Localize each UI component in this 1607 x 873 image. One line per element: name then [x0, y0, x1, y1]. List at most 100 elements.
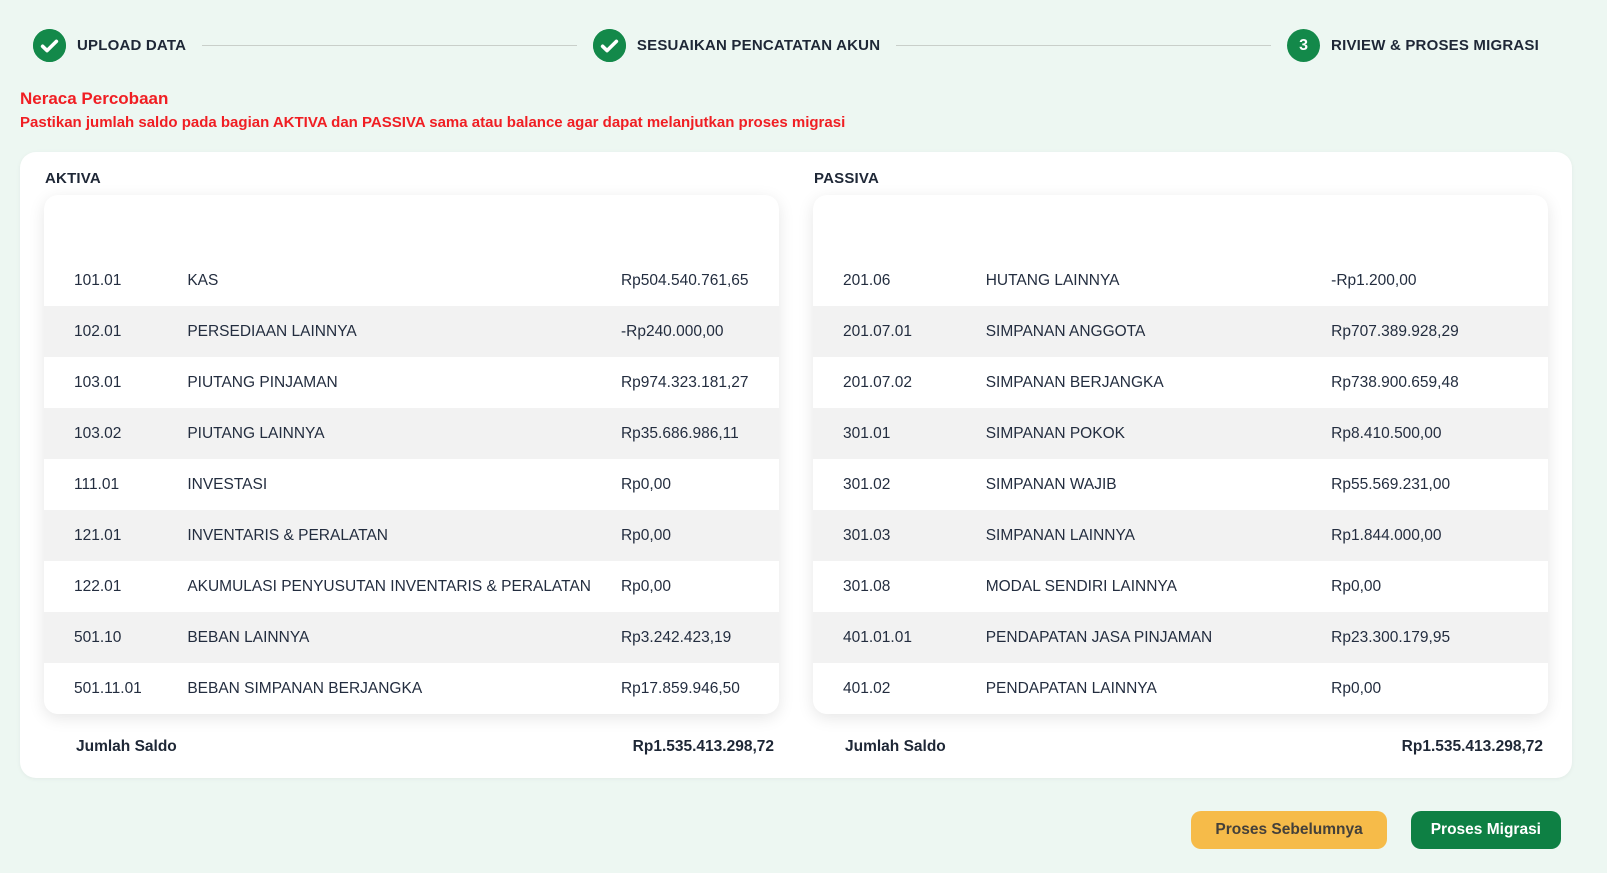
account-code: 111.01	[44, 459, 187, 510]
account-amount: Rp8.410.500,00	[1331, 408, 1548, 459]
aktiva-section: AKTIVA 101.01 KAS Rp504.540.761,65	[44, 170, 779, 766]
account-name: PERSEDIAAN LAINNYA	[187, 306, 621, 357]
table-row: 501.10 BEBAN LAINNYA Rp3.242.423,19	[44, 612, 779, 663]
table-row: 501.11.01 BEBAN SIMPANAN BERJANGKA Rp17.…	[44, 663, 779, 714]
account-code: 401.01.01	[813, 612, 986, 663]
account-code: 102.01	[44, 306, 187, 357]
table-row: 111.01 INVESTASI Rp0,00	[44, 459, 779, 510]
total-amount: Rp1.535.413.298,72	[1402, 738, 1543, 756]
account-amount: Rp738.900.659,48	[1331, 357, 1548, 408]
account-amount: Rp0,00	[1331, 663, 1548, 714]
account-name: PENDAPATAN JASA PINJAMAN	[986, 612, 1331, 663]
check-icon	[593, 29, 626, 62]
step-number-badge: 3	[1287, 29, 1320, 62]
migrate-process-button[interactable]: Proses Migrasi	[1411, 811, 1561, 849]
step-label: RIVIEW & PROSES MIGRASI	[1331, 37, 1539, 54]
account-name: SIMPANAN POKOK	[986, 408, 1331, 459]
balance-card: AKTIVA 101.01 KAS Rp504.540.761,65	[20, 152, 1572, 778]
table-row: 301.01 SIMPANAN POKOK Rp8.410.500,00	[813, 408, 1548, 459]
step-label: SESUAIKAN PENCATATAN AKUN	[637, 37, 880, 54]
account-name: SIMPANAN WAJIB	[986, 459, 1331, 510]
account-amount: Rp23.300.179,95	[1331, 612, 1548, 663]
account-amount: -Rp240.000,00	[621, 306, 779, 357]
table-row: 201.06 HUTANG LAINNYA -Rp1.200,00	[813, 255, 1548, 306]
account-name: PENDAPATAN LAINNYA	[986, 663, 1331, 714]
account-amount: Rp0,00	[621, 459, 779, 510]
account-code: 121.01	[44, 510, 187, 561]
account-name: BEBAN LAINNYA	[187, 612, 621, 663]
table-row: 301.03 SIMPANAN LAINNYA Rp1.844.000,00	[813, 510, 1548, 561]
total-label: Jumlah Saldo	[845, 738, 946, 756]
account-name: SIMPANAN BERJANGKA	[986, 357, 1331, 408]
account-amount: Rp974.323.181,27	[621, 357, 779, 408]
passiva-label: PASSIVA	[814, 170, 1548, 187]
migration-stepper: UPLOAD DATA SESUAIKAN PENCATATAN AKUN 3 …	[0, 0, 1607, 62]
table-row: 103.01 PIUTANG PINJAMAN Rp974.323.181,27	[44, 357, 779, 408]
account-amount: Rp1.844.000,00	[1331, 510, 1548, 561]
account-amount: Rp17.859.946,50	[621, 663, 779, 714]
step-label: UPLOAD DATA	[77, 37, 186, 54]
aktiva-total-row: Jumlah Saldo Rp1.535.413.298,72	[44, 730, 779, 766]
table-row: 401.02 PENDAPATAN LAINNYA Rp0,00	[813, 663, 1548, 714]
table-row: 122.01 AKUMULASI PENYUSUTAN INVENTARIS &…	[44, 561, 779, 612]
account-amount: Rp707.389.928,29	[1331, 306, 1548, 357]
passiva-table: 201.06 HUTANG LAINNYA -Rp1.200,00 201.07…	[813, 195, 1548, 714]
stepper-connector	[896, 45, 1271, 46]
account-name: INVENTARIS & PERALATAN	[187, 510, 621, 561]
account-amount: Rp3.242.423,19	[621, 612, 779, 663]
table-row: 301.08 MODAL SENDIRI LAINNYA Rp0,00	[813, 561, 1548, 612]
table-header-row	[44, 195, 779, 255]
account-code: 103.01	[44, 357, 187, 408]
account-name: HUTANG LAINNYA	[986, 255, 1331, 306]
account-code: 301.03	[813, 510, 986, 561]
account-code: 301.08	[813, 561, 986, 612]
table-row: 201.07.01 SIMPANAN ANGGOTA Rp707.389.928…	[813, 306, 1548, 357]
table-row: 301.02 SIMPANAN WAJIB Rp55.569.231,00	[813, 459, 1548, 510]
account-name: SIMPANAN LAINNYA	[986, 510, 1331, 561]
account-amount: Rp0,00	[621, 510, 779, 561]
step-upload-data: UPLOAD DATA	[33, 29, 186, 62]
check-icon	[33, 29, 66, 62]
passiva-table-container: 201.06 HUTANG LAINNYA -Rp1.200,00 201.07…	[813, 195, 1548, 714]
account-amount: Rp0,00	[1331, 561, 1548, 612]
account-name: AKUMULASI PENYUSUTAN INVENTARIS & PERALA…	[187, 561, 621, 612]
table-row: 121.01 INVENTARIS & PERALATAN Rp0,00	[44, 510, 779, 561]
account-amount: Rp504.540.761,65	[621, 255, 779, 306]
aktiva-table-container: 101.01 KAS Rp504.540.761,65 102.01 PERSE…	[44, 195, 779, 714]
account-name: MODAL SENDIRI LAINNYA	[986, 561, 1331, 612]
stepper-connector	[202, 45, 577, 46]
account-code: 501.11.01	[44, 663, 187, 714]
account-code: 201.06	[813, 255, 986, 306]
total-amount: Rp1.535.413.298,72	[633, 738, 774, 756]
account-amount: Rp55.569.231,00	[1331, 459, 1548, 510]
table-row: 102.01 PERSEDIAAN LAINNYA -Rp240.000,00	[44, 306, 779, 357]
step-riview-proses-migrasi: 3 RIVIEW & PROSES MIGRASI	[1287, 29, 1539, 62]
account-code: 101.01	[44, 255, 187, 306]
account-code: 501.10	[44, 612, 187, 663]
account-code: 201.07.01	[813, 306, 986, 357]
action-buttons: Proses Sebelumnya Proses Migrasi	[0, 811, 1561, 849]
previous-process-button[interactable]: Proses Sebelumnya	[1191, 811, 1386, 849]
account-amount: Rp35.686.986,11	[621, 408, 779, 459]
passiva-total-row: Jumlah Saldo Rp1.535.413.298,72	[813, 730, 1548, 766]
account-code: 401.02	[813, 663, 986, 714]
page-title: Neraca Percobaan	[20, 88, 1587, 109]
account-name: SIMPANAN ANGGOTA	[986, 306, 1331, 357]
table-header-row	[813, 195, 1548, 255]
table-row: 201.07.02 SIMPANAN BERJANGKA Rp738.900.6…	[813, 357, 1548, 408]
account-name: INVESTASI	[187, 459, 621, 510]
account-code: 201.07.02	[813, 357, 986, 408]
table-row: 103.02 PIUTANG LAINNYA Rp35.686.986,11	[44, 408, 779, 459]
account-code: 301.01	[813, 408, 986, 459]
account-name: PIUTANG PINJAMAN	[187, 357, 621, 408]
account-code: 122.01	[44, 561, 187, 612]
table-row: 401.01.01 PENDAPATAN JASA PINJAMAN Rp23.…	[813, 612, 1548, 663]
aktiva-table: 101.01 KAS Rp504.540.761,65 102.01 PERSE…	[44, 195, 779, 714]
account-code: 103.02	[44, 408, 187, 459]
account-amount: Rp0,00	[621, 561, 779, 612]
step-sesuaikan-pencatatan-akun: SESUAIKAN PENCATATAN AKUN	[593, 29, 880, 62]
aktiva-label: AKTIVA	[45, 170, 779, 187]
account-name: PIUTANG LAINNYA	[187, 408, 621, 459]
account-name: KAS	[187, 255, 621, 306]
account-amount: -Rp1.200,00	[1331, 255, 1548, 306]
